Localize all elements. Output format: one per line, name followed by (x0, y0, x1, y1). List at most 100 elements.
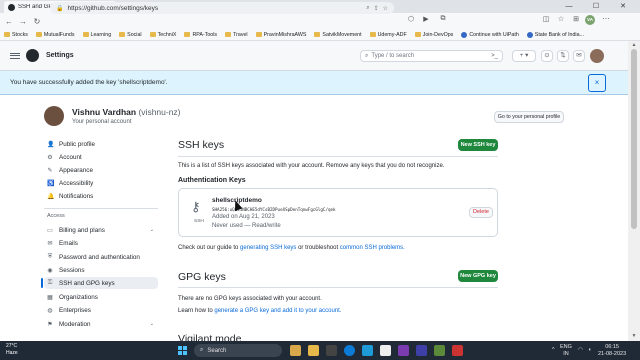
search-icon[interactable]: ⌕ (366, 5, 369, 12)
scroll-down-icon[interactable]: ▼ (628, 333, 640, 339)
language-indicator[interactable]: ENG IN (560, 344, 572, 357)
command-palette-icon[interactable]: >_ (491, 53, 498, 59)
pull-requests-icon[interactable]: ⇅ (557, 50, 569, 62)
lock-icon: 🔒 (56, 5, 64, 12)
bookmark-item[interactable]: Join-DevOps (414, 32, 453, 38)
taskbar-search[interactable]: ⌕ Search (194, 344, 282, 357)
personal-profile-button[interactable]: Go to your personal profile (494, 111, 564, 123)
back-icon[interactable]: ← (2, 17, 16, 26)
avatar[interactable] (590, 49, 604, 63)
user-avatar (44, 106, 64, 126)
page-title: Settings (46, 52, 74, 59)
sidebar-item-billing[interactable]: ▭ Billing and plans ⌄ (44, 224, 158, 236)
scrollbar-thumb[interactable] (631, 49, 637, 229)
sidebar-item-enterprises[interactable]: ◍ Enterprises (44, 304, 158, 316)
bookmark-item[interactable]: State Bank of India... (526, 31, 584, 38)
star-icon[interactable]: ☆ (383, 5, 388, 12)
vscode-app-icon[interactable] (362, 345, 373, 356)
sidebar-item-accessibility[interactable]: ♿ Accessibility (44, 177, 158, 189)
windows-start-icon[interactable] (178, 346, 187, 355)
new-ssh-key-button[interactable]: New SSH key (458, 139, 498, 151)
folder-icon (149, 32, 156, 37)
bookmark-item[interactable]: Learning (82, 32, 111, 38)
person-icon: 👤 (47, 141, 55, 148)
sidebar-item-account[interactable]: ⚙ Account (44, 151, 158, 163)
github-logo-icon[interactable] (26, 49, 39, 62)
issues-icon[interactable]: ⊙ (541, 50, 553, 62)
new-gpg-key-button[interactable]: New GPG key (458, 270, 498, 282)
user-name: Vishnu Vardhan (vishnu-nz) (72, 107, 181, 117)
split-screen-icon[interactable]: ◫ (540, 15, 552, 23)
delete-key-button[interactable]: Delete (469, 207, 493, 218)
inbox-icon[interactable]: ✉ (573, 50, 585, 62)
extensions-icon[interactable]: ⧉ (437, 15, 449, 23)
credit-card-icon: ▭ (47, 227, 53, 234)
sidebar-item-appearance[interactable]: ✎ Appearance (44, 164, 158, 176)
teams-app-icon[interactable] (416, 345, 427, 356)
shield-lock-icon: ⛨ (47, 253, 53, 260)
minimize-icon[interactable]: — (558, 0, 580, 13)
bookmark-item[interactable]: Travel (225, 32, 248, 38)
bookmark-item[interactable]: MutualFunds (35, 32, 75, 38)
bookmark-item[interactable]: Social (119, 32, 142, 38)
sidebar-item-ssh-gpg-keys[interactable]: ⚿ SSH and GPG keys (41, 277, 158, 289)
sidebar-item-public-profile[interactable]: 👤 Public profile (44, 138, 158, 150)
tray-chevron-icon[interactable]: ^ (552, 347, 555, 354)
reload-icon[interactable]: ↻ (30, 17, 44, 26)
forward-icon[interactable]: → (16, 17, 30, 26)
search-input[interactable]: ⌕ Type / to search >_ (360, 50, 503, 62)
sidebar-item-moderation[interactable]: ⚑ Moderation ⌄ (44, 318, 158, 330)
chevron-down-icon: ⌄ (149, 227, 154, 233)
key-last-used: Never used — Read/write (212, 223, 281, 229)
generating-ssh-keys-link[interactable]: generating SSH keys (240, 245, 296, 251)
file-explorer-icon[interactable] (308, 345, 319, 356)
hamburger-menu-icon[interactable] (10, 51, 20, 61)
notepad-app-icon[interactable] (380, 345, 391, 356)
bookmark-item[interactable]: Stocks (4, 32, 28, 38)
widgets-app-icon[interactable] (290, 345, 301, 356)
bookmark-item[interactable]: PravinMishraAWS (255, 32, 306, 38)
terminal-app-icon[interactable] (326, 345, 337, 356)
pycharm-app-icon[interactable] (434, 345, 445, 356)
sidebar-item-sessions[interactable]: ◉ Sessions (44, 264, 158, 276)
close-window-icon[interactable]: ✕ (612, 0, 634, 13)
scroll-up-icon[interactable]: ▲ (628, 42, 640, 48)
onenote-app-icon[interactable] (398, 345, 409, 356)
app-icon[interactable] (452, 345, 463, 356)
create-new-button[interactable]: + ▾ (512, 50, 536, 62)
page-scrollbar[interactable]: ▲ ▼ (628, 41, 640, 341)
maximize-icon[interactable]: ☐ (585, 0, 607, 13)
bookmark-item[interactable]: SatvikMovement (314, 32, 362, 38)
extension-icon[interactable]: ⬡ (405, 15, 417, 23)
bookmark-item[interactable]: TechniX (149, 32, 176, 38)
flash-close-button[interactable]: × (588, 74, 606, 92)
play-icon[interactable]: ▶ (420, 15, 432, 23)
folder-icon (314, 32, 321, 37)
more-menu-icon[interactable]: ⋯ (600, 15, 612, 23)
share-icon[interactable]: ⇪ (374, 5, 379, 12)
browser-profile-avatar[interactable]: VA (585, 15, 595, 25)
common-ssh-problems-link[interactable]: common SSH problems. (340, 245, 405, 251)
sidebar-item-emails[interactable]: ✉ Emails (44, 237, 158, 249)
bookmark-item[interactable]: Continue with UiPath (461, 31, 519, 38)
edge-browser-icon[interactable] (344, 345, 355, 356)
sidebar-item-notifications[interactable]: 🔔 Notifications (44, 190, 158, 202)
address-url: https://github.com/settings/keys (67, 4, 159, 12)
favorites-icon[interactable]: ☆ (555, 15, 567, 23)
bookmark-item[interactable]: RPA-Tools (184, 32, 217, 38)
bookmark-item[interactable]: Udemy-ADF (369, 32, 407, 38)
volume-icon[interactable]: ◖ (588, 347, 591, 354)
collections-icon[interactable]: ⊞ (570, 15, 582, 23)
search-icon: ⌕ (200, 347, 204, 353)
sidebar-item-organizations[interactable]: ▦ Organizations (44, 291, 158, 303)
generate-gpg-key-link[interactable]: generate a GPG key and add it to your ac… (214, 308, 341, 314)
address-bar[interactable]: 🔒 https://github.com/settings/keys ⌕ ⇪ ☆ (50, 2, 394, 14)
folder-icon (414, 32, 421, 37)
broadcast-icon: ◉ (47, 267, 53, 274)
clock[interactable]: 06:15 21-08-2023 (598, 344, 626, 357)
weather-widget[interactable]: 27°C Haze (6, 343, 18, 357)
github-favicon-icon (8, 3, 15, 11)
sidebar-item-password[interactable]: ⛨ Password and authentication (44, 251, 158, 263)
accessibility-icon: ♿ (47, 180, 55, 187)
wifi-icon[interactable]: ◠ (578, 347, 583, 354)
